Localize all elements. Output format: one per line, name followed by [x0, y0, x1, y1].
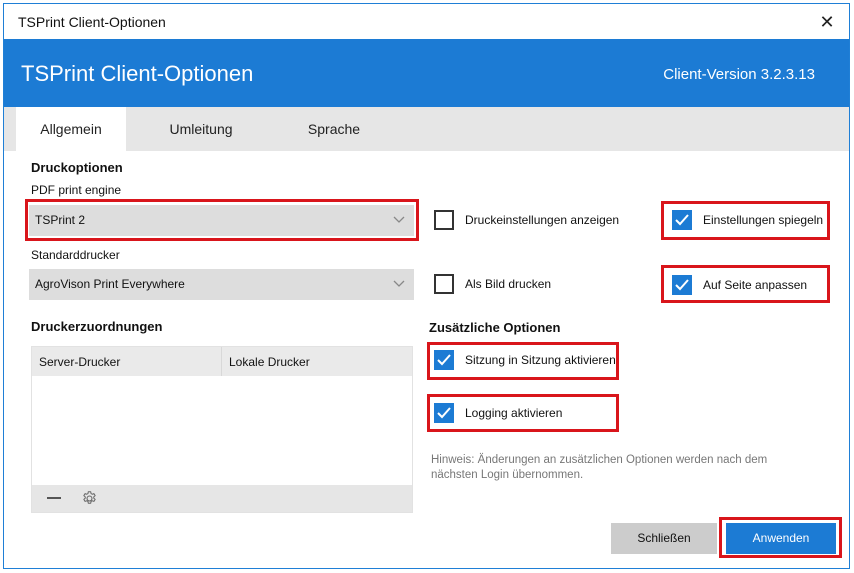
printer-mapping-table: Server-Drucker Lokale Drucker — [31, 346, 413, 513]
default-printer-select[interactable]: AgroVison Print Everywhere — [29, 269, 414, 300]
logging-label: Logging aktivieren — [465, 406, 563, 420]
checkbox-box — [434, 350, 454, 370]
tab-umleitung[interactable]: Umleitung — [146, 107, 256, 151]
column-local-printer[interactable]: Lokale Drucker — [222, 347, 412, 376]
printer-mapping-heading: Druckerzuordnungen — [31, 319, 163, 334]
chevron-down-icon — [393, 280, 405, 287]
checkmark-icon — [437, 354, 451, 366]
mirror-settings-checkbox[interactable]: Einstellungen spiegeln — [672, 210, 823, 230]
fit-to-page-label: Auf Seite anpassen — [703, 278, 808, 292]
table-toolbar — [32, 485, 412, 512]
mirror-settings-label: Einstellungen spiegeln — [703, 213, 824, 227]
checkbox-box — [672, 275, 692, 295]
checkbox-box — [434, 274, 454, 294]
checkmark-icon — [675, 279, 689, 291]
additional-options-heading: Zusätzliche Optionen — [429, 320, 561, 335]
window-title: TSPrint Client-Optionen — [18, 14, 166, 30]
checkmark-icon — [437, 407, 451, 419]
default-printer-value: AgroVison Print Everywhere — [35, 277, 185, 291]
show-print-settings-label: Druckeinstellungen anzeigen — [465, 213, 620, 227]
table-header: Server-Drucker Lokale Drucker — [32, 347, 412, 376]
fit-to-page-checkbox[interactable]: Auf Seite anpassen — [672, 275, 807, 295]
pdf-engine-label: PDF print engine — [31, 183, 122, 197]
checkbox-box — [434, 210, 454, 230]
checkmark-icon — [675, 214, 689, 226]
hint-text: Hinweis: Änderungen an zusätzlichen Opti… — [431, 454, 768, 481]
show-print-settings-checkbox[interactable]: Druckeinstellungen anzeigen — [434, 210, 619, 230]
close-button[interactable]: Schließen — [611, 523, 717, 554]
default-printer-label: Standarddrucker — [31, 248, 120, 262]
close-icon[interactable]: ✕ — [817, 12, 837, 32]
checkbox-box — [672, 210, 692, 230]
tab-allgemein[interactable]: Allgemein — [16, 107, 126, 151]
gear-icon[interactable] — [81, 490, 98, 507]
tab-bar: Allgemein Umleitung Sprache — [4, 107, 849, 151]
print-as-image-label: Als Bild drucken — [465, 277, 552, 291]
checkbox-box — [434, 403, 454, 423]
title-bar: TSPrint Client-Optionen ✕ — [4, 4, 849, 40]
apply-button[interactable]: Anwenden — [726, 523, 836, 554]
header-banner: TSPrint Client-Optionen Client-Version 3… — [4, 39, 849, 107]
print-as-image-checkbox[interactable]: Als Bild drucken — [434, 274, 551, 294]
pdf-engine-select[interactable]: TSPrint 2 — [29, 205, 414, 236]
session-in-session-label: Sitzung in Sitzung aktivieren — [465, 353, 616, 367]
tab-sprache[interactable]: Sprache — [279, 107, 389, 151]
print-options-heading: Druckoptionen — [31, 160, 123, 175]
app-title: TSPrint Client-Optionen — [21, 61, 254, 86]
pdf-engine-value: TSPrint 2 — [35, 213, 86, 227]
chevron-down-icon — [393, 216, 405, 223]
options-window: TSPrint Client-Optionen ✕ TSPrint Client… — [3, 3, 850, 569]
column-server-printer[interactable]: Server-Drucker — [32, 347, 222, 376]
session-in-session-checkbox[interactable]: Sitzung in Sitzung aktivieren — [434, 350, 616, 370]
minus-icon[interactable] — [47, 497, 61, 499]
logging-checkbox[interactable]: Logging aktivieren — [434, 403, 562, 423]
client-version: Client-Version 3.2.3.13 — [663, 66, 815, 83]
